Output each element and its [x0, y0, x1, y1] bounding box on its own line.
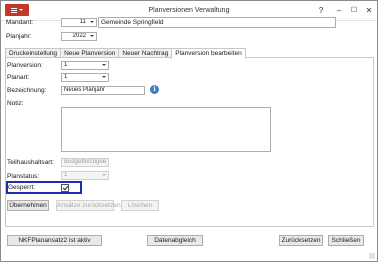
teilhaushaltsart-select: Budgetbezogen: [61, 158, 109, 167]
mandant-label: Mandant:: [6, 19, 34, 26]
close-icon[interactable]: ✕: [363, 5, 375, 16]
teilhaushaltsart-value: Budgetbezogen: [64, 159, 107, 165]
planversion-select[interactable]: 1: [61, 61, 109, 70]
bezeichnung-input[interactable]: Neues Planjahr: [61, 86, 145, 95]
help-icon[interactable]: ?: [315, 5, 327, 16]
planstatus-label: Planstatus:: [7, 173, 40, 180]
planjahr-value: 2022: [72, 33, 86, 39]
chevron-down-icon: [102, 161, 106, 163]
planversion-value: 1: [64, 62, 68, 68]
minimize-icon[interactable]: –: [333, 5, 345, 16]
planjahr-select[interactable]: 2022: [61, 32, 97, 41]
planart-select[interactable]: 1: [61, 73, 109, 82]
notiz-textarea[interactable]: [61, 107, 271, 152]
chevron-down-icon: [90, 21, 94, 23]
gesperrt-label: Gesperrt:: [8, 184, 36, 191]
uebernehmen-button[interactable]: Übernehmen: [7, 200, 49, 211]
checkmark-icon: [62, 184, 69, 191]
chevron-down-icon: [102, 174, 106, 176]
planart-value: 1: [64, 74, 68, 80]
ansaetze-zuruecksetzen-button: Ansätze zurücksetzen: [56, 200, 121, 211]
mandant-value: 11: [79, 19, 86, 25]
maximize-icon[interactable]: ☐: [348, 5, 360, 16]
planart-label: Planart:: [7, 74, 30, 81]
dialog-window: Planversionen Verwaltung ? – ☐ ✕ Mandant…: [0, 0, 378, 262]
chevron-down-icon: [102, 76, 106, 78]
chevron-down-icon: [102, 64, 106, 66]
mandant-select[interactable]: 11: [61, 18, 97, 27]
loeschen-button: Löschen: [121, 200, 159, 211]
teilhaushaltsart-label: Teilhaushaltsart:: [7, 159, 54, 166]
gesperrt-checkbox[interactable]: [61, 184, 69, 192]
module-status-button[interactable]: NKFPlanansatz2 ist aktiv: [7, 235, 102, 246]
planstatus-select: 1: [61, 171, 109, 180]
resize-grip-icon[interactable]: [369, 253, 375, 259]
schliessen-button[interactable]: Schließen: [328, 235, 364, 246]
planjahr-label: Planjahr:: [6, 33, 32, 40]
chevron-down-icon: [90, 35, 94, 37]
tab-planversion-bearbeiten[interactable]: Planversion bearbeiten: [171, 48, 246, 59]
info-icon[interactable]: i: [150, 85, 159, 94]
zuruecksetzen-button[interactable]: Zurücksetzen: [279, 235, 323, 246]
notiz-label: Notiz:: [7, 100, 24, 107]
planstatus-value: 1: [64, 172, 68, 178]
bezeichnung-label: Bezeichnung:: [7, 87, 47, 94]
planversion-label: Planversion:: [7, 62, 43, 69]
mandant-name-field: Gemeinde Springfield: [98, 17, 336, 28]
datenabgleich-button[interactable]: Datenabgleich: [147, 235, 203, 246]
